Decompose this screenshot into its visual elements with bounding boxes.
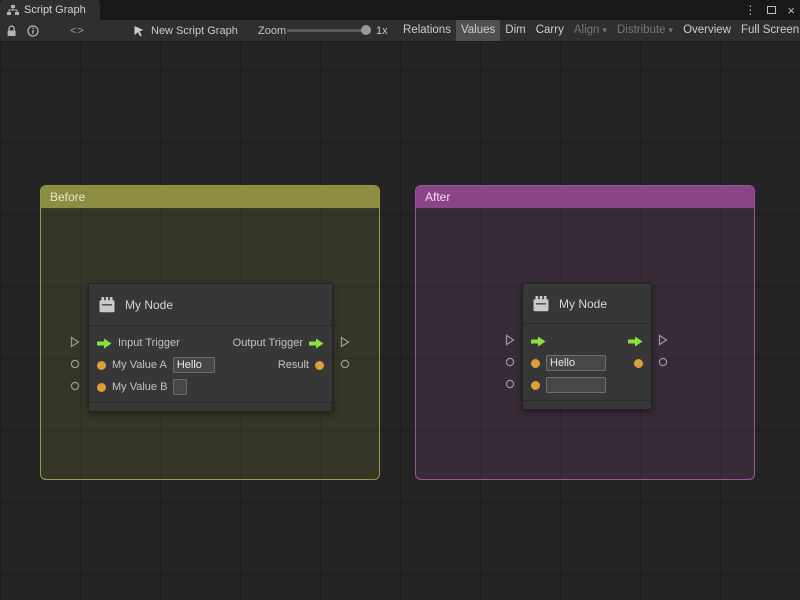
script-graph-icon bbox=[7, 5, 19, 16]
close-icon[interactable]: × bbox=[787, 4, 795, 17]
value-b-input[interactable] bbox=[173, 379, 187, 395]
flow-port-icon[interactable] bbox=[340, 336, 350, 348]
node-body: Input Trigger Output Trigger My Value A bbox=[89, 326, 332, 402]
graph-canvas[interactable]: Before After My Nod bbox=[0, 42, 800, 600]
maximize-icon[interactable] bbox=[767, 6, 776, 14]
node-my-node-after[interactable]: My Node bbox=[522, 283, 652, 410]
info-icon[interactable] bbox=[27, 20, 39, 41]
graph-pointer-icon bbox=[133, 25, 145, 37]
flow-port-icon[interactable] bbox=[658, 334, 668, 346]
port-label: Result bbox=[278, 359, 309, 371]
node-icon bbox=[99, 297, 117, 313]
tab-bar: Script Graph ⋮ × bbox=[0, 0, 800, 20]
fullscreen-button[interactable]: Full Screen bbox=[736, 20, 800, 41]
lock-icon[interactable] bbox=[6, 20, 17, 41]
node-title: My Node bbox=[125, 298, 173, 312]
node-body bbox=[523, 324, 651, 400]
node-footer bbox=[89, 402, 332, 411]
graph-toolbar: <> New Script Graph Zoom 1x Relations Va… bbox=[0, 20, 800, 42]
node-title: My Node bbox=[559, 297, 607, 311]
value-port-icon[interactable] bbox=[505, 379, 515, 389]
value-input-icon[interactable] bbox=[531, 381, 540, 390]
align-button[interactable]: Align ▾ bbox=[569, 20, 612, 41]
node-row: Input Trigger Output Trigger bbox=[89, 332, 332, 354]
align-button-label: Align bbox=[574, 20, 600, 41]
node-header[interactable]: My Node bbox=[89, 284, 332, 326]
zoom-value: 1x bbox=[376, 20, 388, 41]
distribute-button-label: Distribute bbox=[617, 20, 666, 41]
zoom-slider[interactable] bbox=[287, 20, 369, 41]
zoom-slider-track[interactable] bbox=[287, 29, 369, 32]
values-button[interactable]: Values bbox=[456, 20, 500, 41]
zoom-label: Zoom bbox=[258, 20, 286, 41]
value-input-icon[interactable] bbox=[97, 361, 106, 370]
value-output-icon[interactable] bbox=[634, 359, 643, 368]
dim-button[interactable]: Dim bbox=[500, 20, 530, 41]
group-after-header[interactable]: After bbox=[416, 186, 754, 208]
tab-script-graph[interactable]: Script Graph bbox=[0, 0, 100, 20]
value-port-icon[interactable] bbox=[505, 357, 515, 367]
chevron-down-icon: ▾ bbox=[669, 20, 674, 41]
port-label: Output Trigger bbox=[233, 337, 303, 349]
script-graph-window: Script Graph ⋮ × <> bbox=[0, 0, 800, 600]
window-controls: ⋮ × bbox=[744, 0, 795, 20]
port-label: My Value A bbox=[112, 359, 167, 371]
node-row bbox=[523, 352, 651, 374]
flow-input-icon[interactable] bbox=[531, 336, 546, 347]
node-row: My Value A Result bbox=[89, 354, 332, 376]
group-before-label: Before bbox=[50, 190, 85, 204]
code-preview-icon[interactable]: <> bbox=[70, 20, 85, 41]
value-input-icon[interactable] bbox=[97, 383, 106, 392]
toolbar-buttons: Relations Values Dim Carry Align ▾ Distr… bbox=[398, 20, 800, 41]
port-label: Input Trigger bbox=[118, 337, 180, 349]
node-footer bbox=[523, 400, 651, 409]
group-after-label: After bbox=[425, 190, 450, 204]
value-a-input[interactable] bbox=[546, 355, 606, 371]
flow-output-icon[interactable] bbox=[628, 336, 643, 347]
zoom-slider-handle[interactable] bbox=[361, 25, 371, 35]
node-row bbox=[523, 330, 651, 352]
node-row bbox=[523, 374, 651, 396]
tab-title: Script Graph bbox=[24, 4, 86, 16]
port-label: My Value B bbox=[112, 381, 167, 393]
node-header[interactable]: My Node bbox=[523, 284, 651, 324]
flow-output-icon[interactable] bbox=[309, 338, 324, 349]
flow-input-icon[interactable] bbox=[97, 338, 112, 349]
value-output-icon[interactable] bbox=[315, 361, 324, 370]
value-port-icon[interactable] bbox=[658, 357, 668, 367]
value-port-icon[interactable] bbox=[70, 381, 80, 391]
kebab-menu-icon[interactable]: ⋮ bbox=[744, 3, 756, 17]
carry-button[interactable]: Carry bbox=[531, 20, 569, 41]
overview-button[interactable]: Overview bbox=[678, 20, 736, 41]
distribute-button[interactable]: Distribute ▾ bbox=[612, 20, 678, 41]
value-port-icon[interactable] bbox=[70, 359, 80, 369]
value-a-input[interactable] bbox=[173, 357, 215, 373]
value-input-icon[interactable] bbox=[531, 359, 540, 368]
flow-port-icon[interactable] bbox=[70, 336, 80, 348]
value-b-input[interactable] bbox=[546, 377, 606, 393]
graph-name-label: New Script Graph bbox=[151, 25, 238, 37]
node-my-node-before[interactable]: My Node Input Trigger Output Trigger bbox=[88, 283, 333, 412]
node-row: My Value B bbox=[89, 376, 332, 398]
relations-button[interactable]: Relations bbox=[398, 20, 456, 41]
value-port-icon[interactable] bbox=[340, 359, 350, 369]
group-before-header[interactable]: Before bbox=[41, 186, 379, 208]
flow-port-icon[interactable] bbox=[505, 334, 515, 346]
graph-name[interactable]: New Script Graph bbox=[133, 20, 238, 41]
node-icon bbox=[533, 296, 551, 312]
chevron-down-icon: ▾ bbox=[602, 20, 607, 41]
